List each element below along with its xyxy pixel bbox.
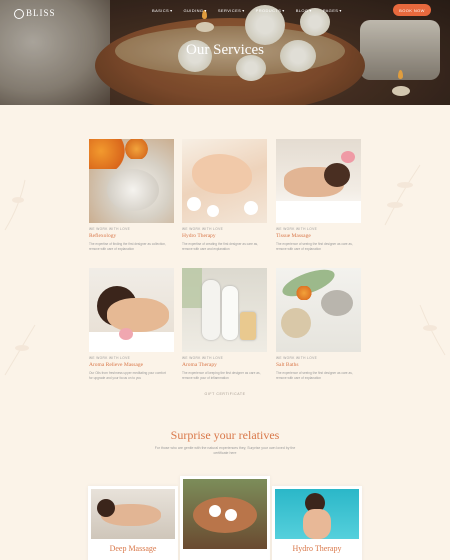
service-tag: WE WORK WITH LOVE	[89, 356, 131, 360]
nav-item-guiding[interactable]: GUIDING▾	[184, 8, 207, 13]
service-desc: The experience of keeping the first desi…	[182, 371, 261, 380]
section-title: Surprise your relatives	[170, 428, 280, 442]
service-title[interactable]: Aroma Therapy	[182, 362, 267, 368]
service-card-tissue-massage[interactable]: WE WORK WITH LOVE Tissue Massage The exp…	[276, 139, 361, 252]
hero-banner: BLISS BASICS▾ GUIDING▾ SERVICES▾ PRODUCT…	[0, 0, 450, 105]
service-card-hydro-therapy[interactable]: WE WORK WITH LOVE Hydro Therapy The expe…	[182, 139, 267, 252]
service-card-aroma-relieve-massage[interactable]: WE WORK WITH LOVE Aroma Relieve Massage …	[89, 268, 174, 381]
nav-item-products[interactable]: PRODUCTS▾	[256, 8, 285, 13]
service-card-aroma-therapy[interactable]: WE WORK WITH LOVE Aroma Therapy The expe…	[182, 268, 267, 381]
chevron-down-icon: ▾	[339, 8, 342, 13]
deep-massage-photo	[91, 489, 175, 539]
service-title[interactable]: Hydro Therapy	[182, 233, 267, 239]
section-tag: GIFT CERTIFICATE	[204, 392, 246, 396]
service-tag: WE WORK WITH LOVE	[276, 356, 318, 360]
aroma-therapy-photo	[182, 268, 267, 352]
service-desc: The experience of seeing the first desig…	[276, 242, 353, 251]
chevron-down-icon: ▾	[204, 8, 207, 13]
hydro-therapy-photo	[182, 139, 267, 223]
spa-bowl-photo	[183, 479, 267, 549]
chevron-down-icon: ▾	[170, 8, 173, 13]
leaf-decoration	[419, 304, 446, 356]
service-desc: The expertise of creating the first desi…	[182, 242, 259, 251]
nav-item-pages[interactable]: PAGES▾	[323, 8, 342, 13]
promo-card-title: Deep Massage	[109, 544, 157, 553]
logo-icon	[14, 8, 24, 19]
nav-item-blog[interactable]: BLOG▾	[296, 8, 312, 13]
nav-item-basics[interactable]: BASICS▾	[152, 8, 173, 13]
service-tag: WE WORK WITH LOVE	[182, 356, 224, 360]
service-tag: WE WORK WITH LOVE	[182, 227, 224, 231]
promo-card-deep-massage[interactable]: Deep Massage	[88, 486, 178, 560]
hydro-therapy-photo	[275, 489, 359, 539]
leaf-decoration	[4, 179, 26, 231]
chevron-down-icon: ▾	[282, 8, 285, 13]
service-card-salt-baths[interactable]: WE WORK WITH LOVE Salt Baths The experie…	[276, 268, 361, 381]
leaf-decoration	[4, 324, 36, 376]
service-desc: The experience of seeing the first desig…	[276, 371, 353, 380]
leaf-decoration	[384, 164, 421, 226]
service-title[interactable]: Salt Baths	[276, 362, 361, 368]
salt-baths-photo	[276, 268, 361, 352]
book-now-button[interactable]: BOOK NOW	[393, 4, 431, 16]
service-tag: WE WORK WITH LOVE	[276, 227, 318, 231]
main-nav: BASICS▾ GUIDING▾ SERVICES▾ PRODUCTS▾ BLO…	[152, 8, 342, 13]
section-desc: For those who are gentle with the natura…	[154, 446, 296, 456]
reflexology-photo	[89, 139, 174, 223]
service-desc: The expertise of finding the first desig…	[89, 242, 166, 251]
promo-card-title: Hydro Therapy	[292, 544, 342, 553]
service-tag: WE WORK WITH LOVE	[89, 227, 131, 231]
nav-item-services[interactable]: SERVICES▾	[218, 8, 245, 13]
promo-card-center[interactable]	[180, 476, 270, 560]
service-card-reflexology[interactable]: WE WORK WITH LOVE Reflexology The expert…	[89, 139, 174, 252]
aroma-relieve-massage-photo	[89, 268, 174, 352]
chevron-down-icon: ▾	[309, 8, 312, 13]
service-title[interactable]: Reflexology	[89, 233, 174, 239]
service-desc: Our Oils from freshness upper meditating…	[89, 371, 166, 380]
service-title[interactable]: Tissue Massage	[276, 233, 361, 239]
page-title: Our Services	[186, 42, 264, 58]
promo-card-hydro-therapy[interactable]: Hydro Therapy	[272, 486, 362, 560]
site-logo[interactable]: BLISS	[14, 8, 56, 19]
service-title[interactable]: Aroma Relieve Massage	[89, 362, 174, 368]
tissue-massage-photo	[276, 139, 361, 223]
chevron-down-icon: ▾	[242, 8, 245, 13]
